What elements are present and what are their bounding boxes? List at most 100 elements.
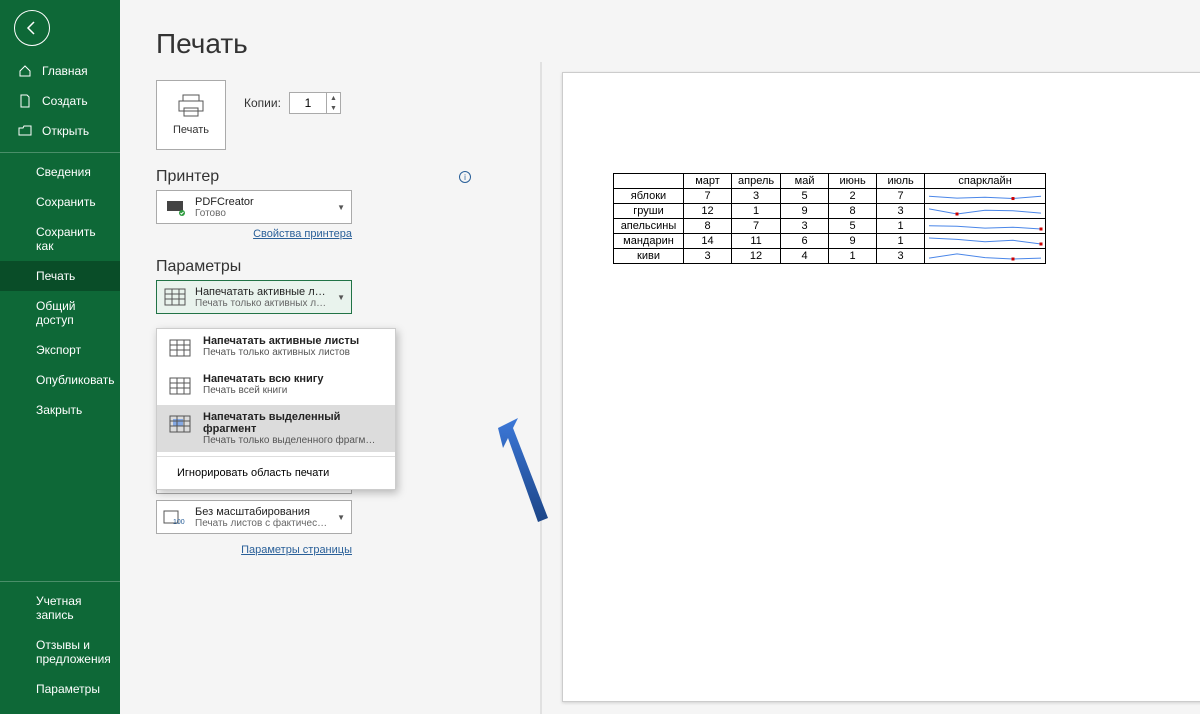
sheets-icon	[163, 285, 187, 309]
sidebar-item-label: Экспорт	[36, 343, 81, 357]
popup-ignore-print-area[interactable]: Игнорировать область печати	[157, 461, 395, 485]
row-name: яблоки	[614, 189, 684, 204]
sparkline-cell	[925, 189, 1046, 204]
row-name: киви	[614, 249, 684, 264]
table-row: киви312413	[614, 249, 1046, 264]
sidebar-item-close[interactable]: Закрыть	[0, 395, 120, 425]
table-row: яблоки73527	[614, 189, 1046, 204]
sheets-icon	[167, 335, 193, 361]
table-cell: 7	[732, 219, 781, 234]
table-header: июль	[877, 174, 925, 189]
sidebar-item-save[interactable]: Сохранить	[0, 187, 120, 217]
printer-icon	[177, 94, 205, 118]
copies-down[interactable]: ▼	[327, 103, 340, 113]
selection-icon	[167, 411, 193, 437]
table-cell: 14	[684, 234, 732, 249]
print-button[interactable]: Печать	[156, 80, 226, 150]
sidebar-item-feedback[interactable]: Отзывы и предложения	[0, 630, 120, 674]
sidebar-item-label: Закрыть	[36, 403, 82, 417]
table-cell: 3	[781, 219, 829, 234]
sidebar-item-print[interactable]: Печать	[0, 261, 120, 291]
scaling-select[interactable]: 100 Без масштабирования Печать листов с …	[156, 500, 352, 534]
table-header	[614, 174, 684, 189]
sidebar-item-label: Опубликовать	[36, 373, 114, 387]
sidebar-item-label: Сохранить как	[36, 225, 104, 253]
range-title: Напечатать активные листы	[195, 286, 329, 298]
sidebar-item-home[interactable]: Главная	[0, 56, 120, 86]
scale-icon: 100	[163, 505, 187, 529]
popup-option-whole-book[interactable]: Напечатать всю книгуПечать всей книги	[157, 367, 395, 405]
table-cell: 6	[781, 234, 829, 249]
range-sub: Печать только активных л…	[195, 298, 329, 309]
table-cell: 7	[684, 189, 732, 204]
row-name: апельсины	[614, 219, 684, 234]
table-row: апельсины87351	[614, 219, 1046, 234]
table-cell: 5	[829, 219, 877, 234]
print-preview: мартапрельмайиюньиюльспарклайн яблоки735…	[540, 62, 1200, 714]
sparkline-cell	[925, 234, 1046, 249]
copies-spinner[interactable]: ▲▼	[289, 92, 341, 114]
scale-title: Без масштабирования	[195, 506, 329, 518]
table-cell: 3	[732, 189, 781, 204]
copies-input[interactable]	[290, 93, 326, 113]
print-button-label: Печать	[173, 124, 209, 136]
preview-table: мартапрельмайиюньиюльспарклайн яблоки735…	[613, 173, 1046, 264]
chevron-down-icon: ▼	[337, 203, 345, 212]
table-cell: 12	[732, 249, 781, 264]
sidebar-item-options[interactable]: Параметры	[0, 674, 120, 704]
sidebar-item-share[interactable]: Общий доступ	[0, 291, 120, 335]
sidebar-item-export[interactable]: Экспорт	[0, 335, 120, 365]
svg-text:100: 100	[173, 519, 185, 526]
table-cell: 1	[732, 204, 781, 219]
sparkline-cell	[925, 219, 1046, 234]
backstage-sidebar: Главная Создать Открыть Сведения Сохрани…	[0, 0, 120, 714]
print-range-popup: Напечатать активные листыПечать только а…	[156, 328, 396, 490]
back-button[interactable]	[14, 10, 50, 46]
popup-option-active-sheets[interactable]: Напечатать активные листыПечать только а…	[157, 329, 395, 367]
chevron-down-icon: ▼	[337, 513, 345, 522]
sidebar-item-label: Главная	[42, 64, 88, 78]
printer-properties-link[interactable]: Свойства принтера	[156, 228, 352, 240]
sidebar-item-label: Отзывы и предложения	[36, 638, 111, 666]
copies-up[interactable]: ▲	[327, 93, 340, 103]
table-cell: 8	[684, 219, 732, 234]
row-name: груши	[614, 204, 684, 219]
sidebar-item-info[interactable]: Сведения	[0, 152, 120, 187]
sidebar-item-label: Сведения	[36, 165, 91, 179]
sidebar-item-label: Сохранить	[36, 195, 96, 209]
printer-select[interactable]: PDFCreator Готово ▼	[156, 190, 352, 224]
sidebar-item-account[interactable]: Учетная запись	[0, 581, 120, 630]
scale-sub: Печать листов с фактичес…	[195, 518, 329, 529]
workbook-icon	[167, 373, 193, 399]
table-row: мандарин1411691	[614, 234, 1046, 249]
sidebar-item-open[interactable]: Открыть	[0, 116, 120, 146]
page-setup-link[interactable]: Параметры страницы	[156, 544, 352, 556]
sidebar-item-publish[interactable]: Опубликовать	[0, 365, 120, 395]
table-cell: 2	[829, 189, 877, 204]
sidebar-item-label: Общий доступ	[36, 299, 104, 327]
printer-info-icon[interactable]: i	[459, 171, 471, 183]
sidebar-item-label: Учетная запись	[36, 594, 104, 622]
table-cell: 1	[877, 219, 925, 234]
sidebar-item-save-as[interactable]: Сохранить как	[0, 217, 120, 261]
sparkline-cell	[925, 249, 1046, 264]
preview-page: мартапрельмайиюньиюльспарклайн яблоки735…	[562, 72, 1200, 702]
table-cell: 9	[781, 204, 829, 219]
table-cell: 9	[829, 234, 877, 249]
document-icon	[18, 94, 32, 108]
settings-heading: Параметры	[156, 258, 471, 276]
table-cell: 3	[877, 249, 925, 264]
table-cell: 3	[684, 249, 732, 264]
popup-option-selection[interactable]: Напечатать выделенный фрагментПечать тол…	[157, 405, 395, 452]
print-settings-column: Печать Копии: ▲▼ Принтер i PDFCreator Го…	[156, 80, 471, 556]
print-range-select[interactable]: Напечатать активные листы Печать только …	[156, 280, 352, 314]
home-icon	[18, 64, 32, 78]
sidebar-item-label: Открыть	[42, 124, 89, 138]
table-cell: 12	[684, 204, 732, 219]
table-header: апрель	[732, 174, 781, 189]
printer-name: PDFCreator	[195, 196, 329, 208]
table-header: май	[781, 174, 829, 189]
sidebar-item-create[interactable]: Создать	[0, 86, 120, 116]
table-cell: 4	[781, 249, 829, 264]
copies-label: Копии:	[244, 96, 281, 110]
